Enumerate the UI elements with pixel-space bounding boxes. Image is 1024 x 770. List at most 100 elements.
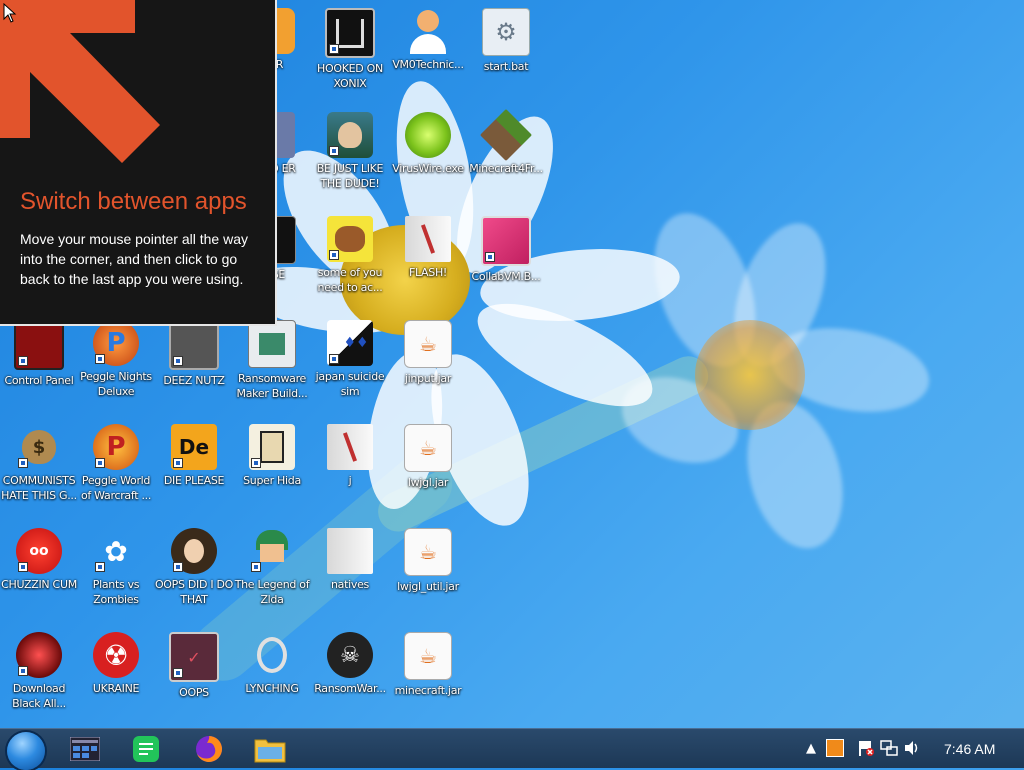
window-switcher-icon [70,737,100,761]
desktop-icon-label: japan suicide sim [315,370,385,398]
dog-cartoon-icon [327,216,373,262]
desktop-icon-collab[interactable]: CollabVM.B... [467,216,545,316]
desktop-icon-label: lwjgl_util.jar [397,580,459,593]
elf-character-icon [327,112,373,158]
desktop-icon-jinput[interactable]: ☕ jinput.jar [389,320,467,420]
orb-icon [16,632,62,678]
desktop-icon-xonix[interactable]: HOOKED ON XONIX [311,8,389,108]
radiation-icon: ☢ [93,632,139,678]
desktop-icon-label: lwjgl.jar [407,476,449,489]
desktop-icon-ukraine[interactable]: ☢ UKRAINE [77,632,155,732]
volume-icon[interactable] [903,739,921,757]
peggle-p-icon: P [93,320,139,366]
desktop-icon-communists[interactable]: $ COMMUNISTS HATE THIS G... [0,424,78,524]
desktop-icon-label: UKRAINE [92,682,140,695]
folder-icon [327,424,373,470]
desktop-icon-dude[interactable]: BE JUST LIKE THE DUDE! [311,112,389,212]
desktop-icon-peggle-nights[interactable]: P Peggle Nights Deluxe [77,320,155,420]
desktop-icon-label: BE JUST LIKE THE DUDE! [316,162,384,190]
desktop-icon-label: natives [331,578,369,591]
java-jar-icon: ☕ [404,528,452,576]
desktop-icon-label: some of you need to ac... [317,266,383,294]
desktop-icon-label: COMMUNISTS HATE THIS G... [1,474,77,502]
desktop-icon-label: Download Black All... [12,682,66,710]
desktop-icon-pvz[interactable]: ✿ Plants vs Zombies [77,528,155,628]
desktop-icon-label: CHUZZIN CUM [1,578,77,591]
desktop-icon-label: LYNCHING [245,682,299,695]
network-icon[interactable] [880,739,898,757]
desktop-icon-download[interactable]: Download Black All... [0,632,78,732]
desktop-icon-minecraftjar[interactable]: ☕ minecraft.jar [389,632,467,732]
desktop-icon-chuzzin[interactable]: oo CHUZZIN CUM [0,528,78,628]
desktop-icon-label: jinput.jar [404,372,452,385]
desktop-icon-j[interactable]: j [311,424,389,524]
app-box-icon: ✓ [169,632,219,682]
desktop-icon-label: FLASH! [408,266,448,279]
folder-icon [405,216,451,262]
tray-app-icon[interactable] [826,739,844,757]
desktop-icon-label: DEEZ NUTZ [163,374,225,387]
desktop-icon-label: j [348,474,352,487]
skull-icon: ☠ [327,632,373,678]
desktop-icon-control-panel[interactable]: Control Panel [0,320,78,420]
desktop-icon-label: Peggle Nights Deluxe [80,370,152,398]
show-hidden-icons-arrow[interactable]: ▲ [802,739,820,757]
desktop-icon-label: CollabVM.B... [471,270,541,283]
action-center-flag-icon[interactable] [857,739,875,757]
corner-arrow-icon [0,0,160,163]
flower-plant-icon: ✿ [93,528,139,574]
chuzzle-icon: oo [16,528,62,574]
desktop-icon-vm0[interactable]: VM0Technic... [389,8,467,108]
desktop-icon-label: Plants vs Zombies [92,578,140,606]
desktop-icon-startbat[interactable]: ⚙ start.bat [467,8,545,108]
notes-app-icon [133,736,159,762]
folder-icon [327,528,373,574]
monitor-icon [481,216,531,266]
tip-panel: Switch between apps Move your mouse poin… [0,0,277,326]
desktop-icon-die[interactable]: De DIE PLEASE [155,424,233,524]
desktop-icon-label: OOPS DID I DO THAT [154,578,234,606]
desktop-icon-label: Super Hida [243,474,301,487]
stacked-windows-icon [169,320,219,370]
noose-icon [249,632,295,678]
desktop-icon-flash[interactable]: FLASH! [389,216,467,316]
desktop-icon-label: Ransomware Maker Build... [236,372,308,400]
firefox-icon [196,736,222,762]
desktop-icon-ransomwar[interactable]: ☠ RansomWar... [311,632,389,732]
desktop-icon-label: Peggle World of Warcraft ... [80,474,152,502]
desktop-icon-someofyou[interactable]: some of you need to ac... [311,216,389,316]
desktop-icon-lwjgl-util[interactable]: ☕ lwjgl_util.jar [389,528,467,628]
desktop-icon-zelda[interactable]: The Legend of Zlda [233,528,311,628]
desktop-icon-ransomware-maker[interactable]: Ransomware Maker Build... [233,320,311,420]
desktop-icon-label: Minecraft4Fr... [469,162,543,175]
desktop-icon-lwjgl[interactable]: ☕ lwjgl.jar [389,424,467,524]
desktop-icon-viruswire[interactable]: VirusWire.exe [389,112,467,212]
desktop-icon-label: VM0Technic... [392,58,464,71]
taskbar-app-notes[interactable] [130,734,162,764]
technician-person-icon [405,8,451,54]
desktop-icon-japan[interactable]: ♦♦ japan suicide sim [311,320,389,420]
peggle-p-icon: P [93,424,139,470]
desktop-icon-oops[interactable]: ✓ OOPS [155,632,233,732]
desktop-icon-minecraft4fr[interactable]: Minecraft4Fr... [467,108,545,212]
desktop-icon-deez[interactable]: DEEZ NUTZ [155,320,233,420]
taskbar-app-firefox[interactable] [193,734,225,764]
zelda-character-icon [249,528,295,574]
start-button[interactable] [7,732,45,770]
pixel-character-icon [249,424,295,470]
java-jar-icon: ☕ [404,632,452,680]
tip-title: Switch between apps [20,188,247,215]
desktop-icon-oops-did[interactable]: OOPS DID I DO THAT [155,528,233,628]
taskbar-app-file-explorer[interactable] [254,734,286,764]
desktop-icon-natives[interactable]: natives [311,528,389,628]
desktop-icon-label: Control Panel [4,374,74,387]
java-jar-icon: ☕ [404,320,452,368]
desktop-icon-hida[interactable]: Super Hida [233,424,311,524]
desktop-icon-peggle-wow[interactable]: P Peggle World of Warcraft ... [77,424,155,524]
desktop-icon-lynching[interactable]: LYNCHING [233,632,311,732]
taskbar-app-window-manager[interactable] [69,734,101,764]
mouse-cursor-icon [3,3,17,23]
gear-icon: ⚙ [482,8,530,56]
taskbar-clock[interactable]: 7:46 AM [944,741,995,757]
desktop-icon-label: RansomWar... [314,682,386,695]
